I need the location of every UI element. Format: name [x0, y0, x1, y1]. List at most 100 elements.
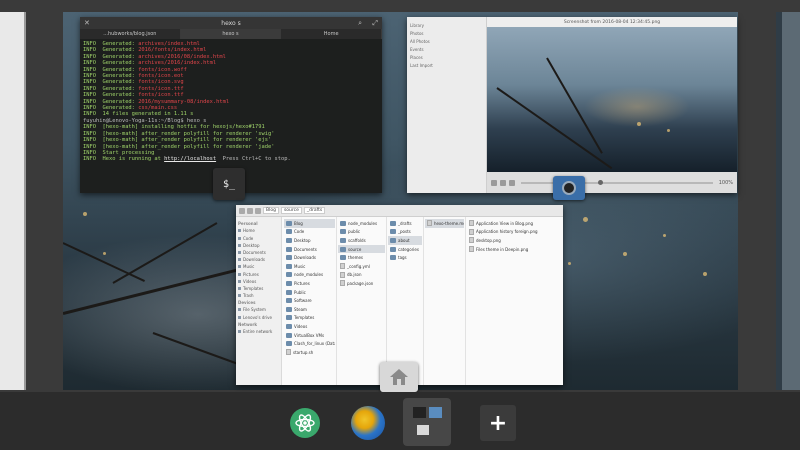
image-viewer-mini-icon	[429, 407, 442, 418]
file-item[interactable]: themes	[338, 253, 385, 262]
file-item[interactable]: Templates	[284, 314, 335, 323]
workspace-3-thumbnail[interactable]	[403, 398, 451, 446]
viewer-side-item[interactable]: Library	[410, 23, 483, 28]
sidebar-header: Personal	[238, 221, 279, 226]
enhance-icon[interactable]	[509, 179, 515, 186]
workspace-2-thumbnail[interactable]	[347, 402, 389, 444]
file-item[interactable]: Files theme in Deepin.png	[467, 245, 562, 254]
files-column: Application View in Blog.png Application …	[466, 217, 563, 385]
workspace-1-thumbnail[interactable]	[284, 402, 326, 444]
search-icon[interactable]: ⌕	[358, 19, 362, 28]
file-item[interactable]: public	[338, 228, 385, 237]
breadcrumb-item[interactable]: Blog	[263, 207, 279, 214]
folder-icon	[238, 272, 241, 276]
viewer-side-item[interactable]: Photos	[410, 31, 483, 36]
file-item[interactable]: Desktop	[284, 236, 335, 245]
maximize-icon[interactable]: ⤢	[372, 19, 378, 28]
file-item[interactable]: node_modules	[338, 219, 385, 228]
tab-blog-json[interactable]: ...hubworks/blog.json	[80, 29, 181, 39]
file-item[interactable]: _drafts	[388, 219, 422, 228]
file-item[interactable]: Blog	[284, 219, 335, 228]
sidebar-place[interactable]: Home	[238, 228, 279, 233]
image-viewer-window[interactable]: Library Photos All Photos Events Places …	[407, 17, 737, 193]
zoom-slider[interactable]	[521, 179, 713, 185]
file-item[interactable]: tags	[388, 253, 422, 262]
terminal-app-icon[interactable]: $_	[213, 168, 245, 200]
file-item[interactable]: scaffolds	[338, 236, 385, 245]
breadcrumb-item[interactable]: source	[280, 207, 302, 214]
sidebar-place[interactable]: Code	[238, 236, 279, 241]
file-item[interactable]: categories	[388, 245, 422, 254]
file-item[interactable]: Application history foreign.png	[467, 228, 562, 237]
close-icon[interactable]: ✕	[84, 19, 90, 27]
file-item[interactable]: db.json	[338, 271, 385, 280]
file-item[interactable]: about	[388, 236, 422, 245]
wallpaper-light	[83, 212, 87, 216]
add-workspace-button[interactable]: +	[477, 402, 519, 444]
terminal-window[interactable]: ✕ hexo s ⌕ ⤢ ...hubworks/blog.json hexo …	[80, 17, 383, 193]
file-item[interactable]: Videos	[284, 322, 335, 331]
file-item[interactable]: Software	[284, 296, 335, 305]
file-manager-window[interactable]: Blog source _drafts Personal Home Code Desk…	[236, 205, 563, 385]
viewer-side-item[interactable]: All Photos	[410, 39, 483, 44]
tab-home[interactable]: Home	[281, 29, 383, 39]
folder-icon	[286, 263, 292, 269]
previous-workspace-preview[interactable]	[0, 12, 26, 390]
terminal-line-text: INFO Generated:	[83, 60, 139, 67]
file-item[interactable]: package.json	[338, 279, 385, 288]
sidebar-place[interactable]: Lenovo's drive	[238, 315, 279, 320]
image-viewer-app-icon[interactable]	[553, 176, 585, 200]
file-item[interactable]: Documents	[284, 245, 335, 254]
file-icon	[469, 228, 474, 235]
back-icon[interactable]	[239, 207, 245, 214]
file-item[interactable]: VirtualBox VMs	[284, 331, 335, 340]
file-item[interactable]: _config.yml	[338, 262, 385, 271]
view-icon[interactable]	[255, 207, 261, 214]
file-manager-app-icon[interactable]	[380, 362, 418, 392]
breadcrumb-item[interactable]: _drafts	[303, 207, 326, 214]
terminal-line-text: INFO [hexo-math] after_render polyfill f…	[83, 137, 272, 144]
file-item[interactable]: Clash_for_linux (Database)	[284, 339, 335, 348]
viewer-side-item[interactable]: Last Import	[410, 63, 483, 68]
sidebar-place[interactable]: Trash	[238, 293, 279, 298]
sidebar-place[interactable]: Videos	[238, 279, 279, 284]
file-item[interactable]: Steam	[284, 305, 335, 314]
file-item[interactable]: Music	[284, 262, 335, 271]
sidebar-label: Network	[238, 321, 258, 327]
file-item[interactable]: Pictures	[284, 279, 335, 288]
multitasking-view: ✕ hexo s ⌕ ⤢ ...hubworks/blog.json hexo …	[0, 0, 800, 450]
forward-icon[interactable]	[247, 207, 253, 214]
terminal-output[interactable]: INFO Generated: archives/index.html INFO …	[80, 39, 382, 165]
sidebar-place[interactable]: File System	[238, 307, 279, 312]
viewer-side-item[interactable]: Places	[410, 55, 483, 60]
wallpaper-branch	[63, 263, 258, 315]
sidebar-place[interactable]: Documents	[238, 250, 279, 255]
viewer-photo[interactable]	[487, 27, 737, 172]
file-item[interactable]: startup.sh	[284, 348, 335, 357]
sidebar-place[interactable]: Entire network	[238, 329, 279, 334]
play-icon[interactable]	[491, 179, 497, 186]
next-workspace-preview[interactable]	[776, 12, 800, 390]
file-item[interactable]: node_modules	[284, 271, 335, 280]
file-item[interactable]: desktop.png	[467, 236, 562, 245]
sidebar-place[interactable]: Music	[238, 264, 279, 269]
sidebar-place[interactable]: Downloads	[238, 257, 279, 262]
file-item[interactable]: Downloads	[284, 253, 335, 262]
terminal-titlebar[interactable]: ✕ hexo s ⌕ ⤢	[80, 17, 382, 29]
file-item[interactable]: hexo-theme.md	[425, 219, 464, 228]
file-item[interactable]: Public	[284, 288, 335, 297]
file-name: _posts	[398, 229, 411, 235]
file-item[interactable]: _posts	[388, 228, 422, 237]
rotate-icon[interactable]	[500, 179, 506, 186]
terminal-link[interactable]: http://localhost	[164, 156, 216, 162]
file-item[interactable]: source	[338, 244, 385, 254]
wallpaper-light	[103, 252, 106, 255]
tab-hexo-s[interactable]: hexo s	[180, 29, 282, 39]
sidebar-place[interactable]: Pictures	[238, 272, 279, 277]
file-item[interactable]: Code	[284, 228, 335, 237]
file-name: db.json	[347, 272, 362, 278]
file-item[interactable]: Application View in Blog.png	[467, 219, 562, 228]
sidebar-place[interactable]: Desktop	[238, 243, 279, 248]
viewer-side-item[interactable]: Events	[410, 47, 483, 52]
sidebar-place[interactable]: Templates	[238, 286, 279, 291]
